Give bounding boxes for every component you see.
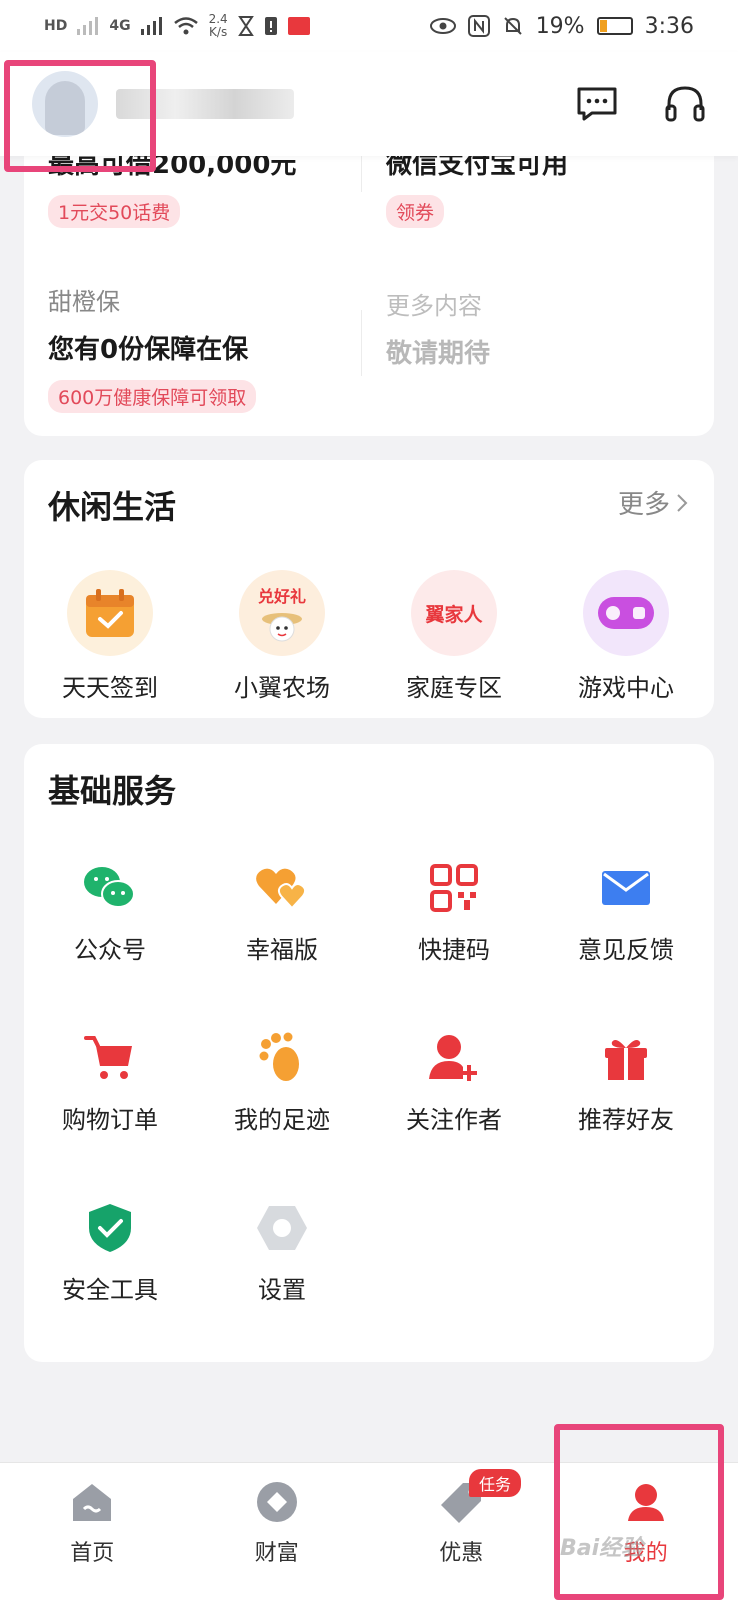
profile-icon [627, 1484, 664, 1521]
message-icon[interactable] [576, 86, 618, 122]
network-speed: 2.4 K/s [208, 12, 228, 39]
service-item-label: 意见反馈 [578, 936, 674, 964]
leisure-item-farm[interactable]: 兑好礼 小翼农场 [196, 570, 368, 703]
service-item-qrcode[interactable]: 快捷码 [368, 858, 540, 1028]
more-content-title: 更多内容 [386, 292, 482, 320]
service-item-security[interactable]: 安全工具 [24, 1198, 196, 1368]
leisure-item-label: 游戏中心 [578, 674, 674, 702]
mail-icon [596, 858, 656, 918]
service-item-label: 快捷码 [418, 936, 490, 964]
leisure-title: 休闲生活 [48, 488, 177, 526]
service-item-label: 安全工具 [62, 1276, 158, 1304]
tab-label: 优惠 [439, 1541, 484, 1566]
leisure-item-games[interactable]: 游戏中心 [540, 570, 712, 703]
finance-card: 最高可借200,000元 1元交50话费 微信支付宝可用 领券 甜橙保 您有0份… [24, 120, 714, 436]
home-icon [73, 1484, 112, 1521]
service-item-feedback[interactable]: 意见反馈 [540, 858, 712, 1028]
service-item-label: 设置 [258, 1276, 306, 1304]
profile-header [0, 52, 738, 156]
loan-cell[interactable]: 最高可借200,000元 1元交50话费 [48, 144, 296, 228]
insurance-title: 甜橙保 [48, 288, 120, 316]
service-item-orders[interactable]: 购物订单 [24, 1028, 196, 1198]
leisure-item-label: 家庭专区 [406, 674, 502, 702]
status-bar: HD 4G 2.4 K/s 19% 3:36 [0, 0, 738, 52]
service-item-label: 公众号 [74, 936, 146, 964]
signal-icon [140, 17, 162, 35]
tab-label: 首页 [70, 1541, 115, 1566]
footprint-icon [252, 1028, 312, 1088]
leisure-more-link[interactable]: 更多 [618, 484, 688, 521]
hearts-icon [252, 858, 312, 918]
mute-bell-icon [503, 17, 522, 35]
tab-label: 财富 [254, 1541, 299, 1566]
insurance-cell[interactable]: 甜橙保 您有0份保障在保 600万健康保障可领取 [48, 282, 257, 413]
services-title: 基础服务 [48, 772, 177, 810]
loan-tag: 1元交50话费 [48, 195, 181, 228]
calendar-check-icon [67, 570, 153, 656]
signal-label: 4G [109, 18, 131, 34]
eye-icon [429, 18, 456, 34]
battery-percent: 19% [535, 13, 585, 39]
chevron-right-icon [677, 493, 688, 512]
service-item-wechat[interactable]: 公众号 [24, 858, 196, 1028]
services-card: 基础服务 公众号 幸福版 快捷码 意见反馈 购物订单 我的足迹 关注作者 推荐好… [24, 744, 714, 1362]
leisure-item-label: 小翼农场 [234, 674, 330, 702]
leisure-card: 休闲生活 更多 天天签到 兑好礼 小翼农场 翼家人 家庭专区 游戏中心 [24, 460, 714, 718]
gamepad-icon [583, 570, 669, 656]
username-blurred[interactable] [116, 89, 294, 119]
avatar[interactable] [32, 71, 98, 137]
leisure-item-label: 天天签到 [62, 674, 158, 702]
leisure-item-checkin[interactable]: 天天签到 [24, 570, 196, 703]
alert-icon [264, 17, 277, 35]
tab-offers[interactable]: 任务 优惠 [369, 1463, 554, 1600]
insurance-main: 您有0份保障在保 [48, 335, 249, 365]
signal-icon [77, 17, 99, 35]
shield-icon [80, 1198, 140, 1258]
qr-code-icon [424, 858, 484, 918]
family-icon: 翼家人 [411, 570, 497, 656]
gear-icon [252, 1198, 312, 1258]
service-item-recommend[interactable]: 推荐好友 [540, 1028, 712, 1198]
leisure-item-family[interactable]: 翼家人 家庭专区 [368, 570, 540, 703]
coupon-tag: 领券 [386, 195, 445, 228]
service-item-happy[interactable]: 幸福版 [196, 858, 368, 1028]
battery-icon [596, 17, 633, 35]
hourglass-icon [237, 16, 254, 36]
wifi-icon [173, 17, 198, 35]
nfc-icon [467, 15, 490, 37]
service-item-label: 推荐好友 [578, 1106, 674, 1134]
gift-icon [596, 1028, 656, 1088]
network-chip: HD [44, 18, 68, 34]
farm-gift-icon: 兑好礼 [239, 570, 325, 656]
service-item-label: 关注作者 [406, 1106, 502, 1134]
tab-home[interactable]: 首页 [0, 1463, 185, 1600]
user-add-icon [424, 1028, 484, 1088]
headset-icon[interactable] [664, 84, 706, 124]
service-item-settings[interactable]: 设置 [196, 1198, 368, 1368]
cart-icon [80, 1028, 140, 1088]
service-item-label: 我的足迹 [234, 1106, 330, 1134]
pay-cell[interactable]: 微信支付宝可用 领券 [386, 144, 568, 228]
watermark: Bai经验 [560, 1536, 644, 1561]
app-notification-icon [287, 17, 310, 35]
more-content-main: 敬请期待 [386, 339, 491, 369]
insurance-tag: 600万健康保障可领取 [48, 380, 257, 413]
wealth-icon [256, 1482, 297, 1522]
service-item-label: 幸福版 [246, 936, 318, 964]
service-item-footprint[interactable]: 我的足迹 [196, 1028, 368, 1198]
more-content-cell: 更多内容 敬请期待 [386, 286, 490, 370]
task-badge: 任务 [469, 1469, 522, 1497]
clock: 3:36 [644, 13, 694, 39]
service-item-follow[interactable]: 关注作者 [368, 1028, 540, 1198]
wechat-icon [80, 858, 140, 918]
tab-wealth[interactable]: 财富 [185, 1463, 370, 1600]
service-item-label: 购物订单 [62, 1106, 158, 1134]
